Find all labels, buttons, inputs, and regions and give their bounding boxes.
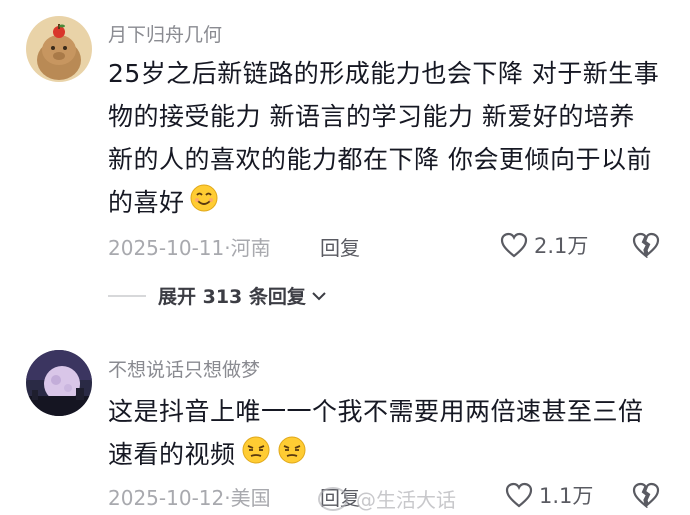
comment-text: 这是抖音上唯一一个我不需要用两倍速甚至三倍速看的视频 — [108, 390, 668, 478]
like-button[interactable]: 1.1万 — [505, 480, 593, 510]
expand-replies-label: 展开 313 条回复 — [158, 286, 306, 308]
like-count: 1.1万 — [539, 484, 594, 508]
comment-text-body: 这是抖音上唯一一个我不需要用两倍速甚至三倍速看的视频 — [108, 397, 644, 469]
comment-date-location: 2025-10-12·美国 — [108, 486, 271, 510]
divider-line — [108, 294, 146, 297]
heart-icon — [500, 232, 528, 258]
heart-icon — [505, 482, 533, 508]
comment-username[interactable]: 不想说话只想做梦 — [108, 355, 260, 382]
dislike-button[interactable] — [632, 232, 660, 262]
weibo-logo-icon — [318, 486, 348, 511]
watermark-text: @生活大话 — [356, 488, 456, 512]
smile-emoji-icon — [189, 183, 219, 226]
chevron-down-icon — [312, 291, 326, 300]
watermark: @生活大话 — [318, 484, 456, 513]
like-count: 2.1万 — [534, 234, 589, 258]
avatar[interactable] — [26, 16, 92, 82]
like-button[interactable]: 2.1万 — [500, 230, 588, 260]
comment-username[interactable]: 月下归舟几何 — [108, 20, 222, 47]
reply-button[interactable]: 回复 — [320, 232, 360, 261]
expand-replies[interactable]: 展开 313 条回复 — [108, 282, 328, 309]
squint-emoji-icon — [276, 435, 308, 478]
broken-heart-icon — [632, 482, 660, 509]
dislike-button[interactable] — [632, 482, 660, 512]
comment-date-location: 2025-10-11·河南 — [108, 236, 271, 260]
avatar[interactable] — [26, 350, 92, 416]
comment-item: 月下归舟几何 25岁之后新链路的形成能力也会下降 对于新生事物的接受能力 新语言… — [0, 0, 690, 330]
comment-text: 25岁之后新链路的形成能力也会下降 对于新生事物的接受能力 新语言的学习能力 新… — [108, 52, 668, 226]
squint-emoji-icon — [240, 435, 272, 478]
broken-heart-icon — [632, 232, 660, 259]
